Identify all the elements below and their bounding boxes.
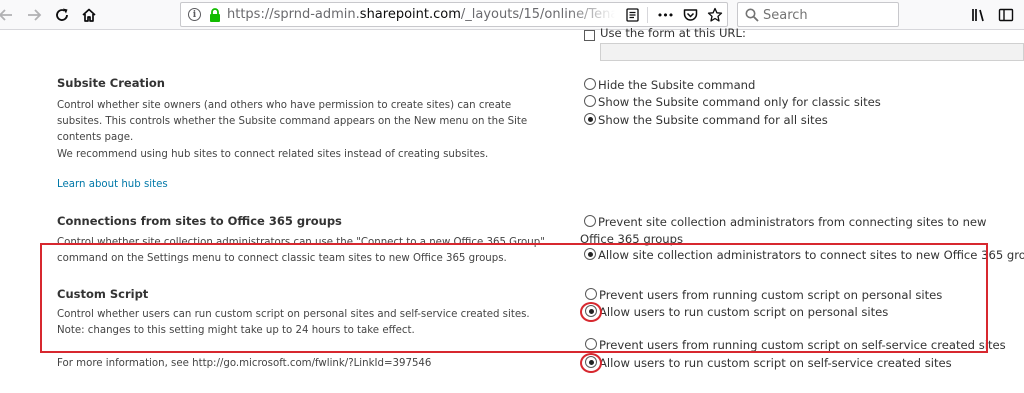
address-bar[interactable]: i https://sprnd-admin.sharepoint.com/_la… <box>180 2 728 27</box>
search-input[interactable] <box>763 6 893 24</box>
radio-button[interactable] <box>585 288 597 300</box>
learn-about-hub-sites-link[interactable]: Learn about hub sites <box>57 179 168 190</box>
page-actions-icon[interactable]: ••• <box>655 5 675 25</box>
library-icon[interactable] <box>968 3 992 27</box>
search-bar[interactable] <box>737 2 899 27</box>
groups-option-prevent[interactable]: Prevent site collection administrators f… <box>580 214 1022 248</box>
url-prefix: https://sprnd-admin. <box>227 7 360 22</box>
custom-script-description: Control whether users can run custom scr… <box>57 309 530 336</box>
subsite-option-hide[interactable]: Hide the Subsite command <box>584 77 755 94</box>
radio-button-selected[interactable] <box>585 356 597 368</box>
subsite-creation-description: Control whether site owners (and others … <box>57 100 528 143</box>
back-icon[interactable] <box>0 3 18 27</box>
home-icon[interactable] <box>77 3 101 27</box>
reload-icon[interactable] <box>50 3 74 27</box>
url-host: sharepoint.com <box>359 7 461 22</box>
selfservice-option-allow[interactable]: Allow users to run custom script on self… <box>585 355 952 372</box>
form-url-input[interactable] <box>600 43 1024 61</box>
use-form-checkbox[interactable] <box>584 30 595 41</box>
sidebar-icon[interactable] <box>994 3 1018 27</box>
option-label: Show the Subsite command for all sites <box>598 113 828 127</box>
personal-option-allow[interactable]: Allow users to run custom script on pers… <box>585 304 888 321</box>
option-label: Hide the Subsite command <box>598 78 756 92</box>
radio-button-selected[interactable] <box>584 113 596 125</box>
option-label: Allow users to run custom script on pers… <box>599 305 889 319</box>
pocket-icon[interactable] <box>680 5 700 25</box>
option-label: Prevent users from running custom script… <box>599 288 943 302</box>
search-icon <box>745 8 759 22</box>
reader-view-icon[interactable] <box>626 8 639 22</box>
radio-button-selected[interactable] <box>585 305 597 317</box>
bookmark-star-icon[interactable] <box>705 5 725 25</box>
option-label: Allow users to run custom script on self… <box>599 356 952 370</box>
use-form-label: Use the form at this URL: <box>600 26 746 40</box>
url-separator <box>647 7 648 23</box>
subsite-option-classic-only[interactable]: Show the Subsite command only for classi… <box>584 94 881 111</box>
radio-button[interactable] <box>584 78 596 90</box>
o365-groups-description: Control whether site collection administ… <box>57 237 545 264</box>
option-label: Show the Subsite command only for classi… <box>598 95 881 109</box>
custom-script-title: Custom Script <box>57 287 149 301</box>
radio-button-selected[interactable] <box>584 248 596 260</box>
forward-icon[interactable] <box>22 3 46 27</box>
tenant-settings-page: Use the form at this URL: Subsite Creati… <box>0 26 1024 393</box>
custom-script-more-info: For more information, see http://go.micr… <box>57 358 432 369</box>
radio-button[interactable] <box>584 215 596 227</box>
selfservice-option-prevent[interactable]: Prevent users from running custom script… <box>585 337 1006 354</box>
option-label: Prevent site collection administrators f… <box>580 215 987 246</box>
subsite-creation-title: Subsite Creation <box>57 76 165 90</box>
option-label: Prevent users from running custom script… <box>599 338 1006 352</box>
lock-icon[interactable] <box>209 8 221 22</box>
info-icon[interactable]: i <box>188 8 201 21</box>
radio-button[interactable] <box>584 95 596 107</box>
subsite-option-all-sites[interactable]: Show the Subsite command for all sites <box>584 112 828 129</box>
browser-toolbar: i https://sprnd-admin.sharepoint.com/_la… <box>0 0 1024 30</box>
url-path: /_layouts/15/online/TenantSettings.aspx <box>460 7 615 22</box>
personal-option-prevent[interactable]: Prevent users from running custom script… <box>585 287 942 304</box>
subsite-recommendation: We recommend using hub sites to connect … <box>57 149 489 160</box>
option-label: Allow site collection administrators to … <box>598 248 1024 262</box>
radio-button[interactable] <box>585 338 597 350</box>
url-text[interactable]: https://sprnd-admin.sharepoint.com/_layo… <box>227 7 615 25</box>
o365-groups-title: Connections from sites to Office 365 gro… <box>57 214 342 228</box>
groups-option-allow[interactable]: Allow site collection administrators to … <box>584 247 1024 264</box>
